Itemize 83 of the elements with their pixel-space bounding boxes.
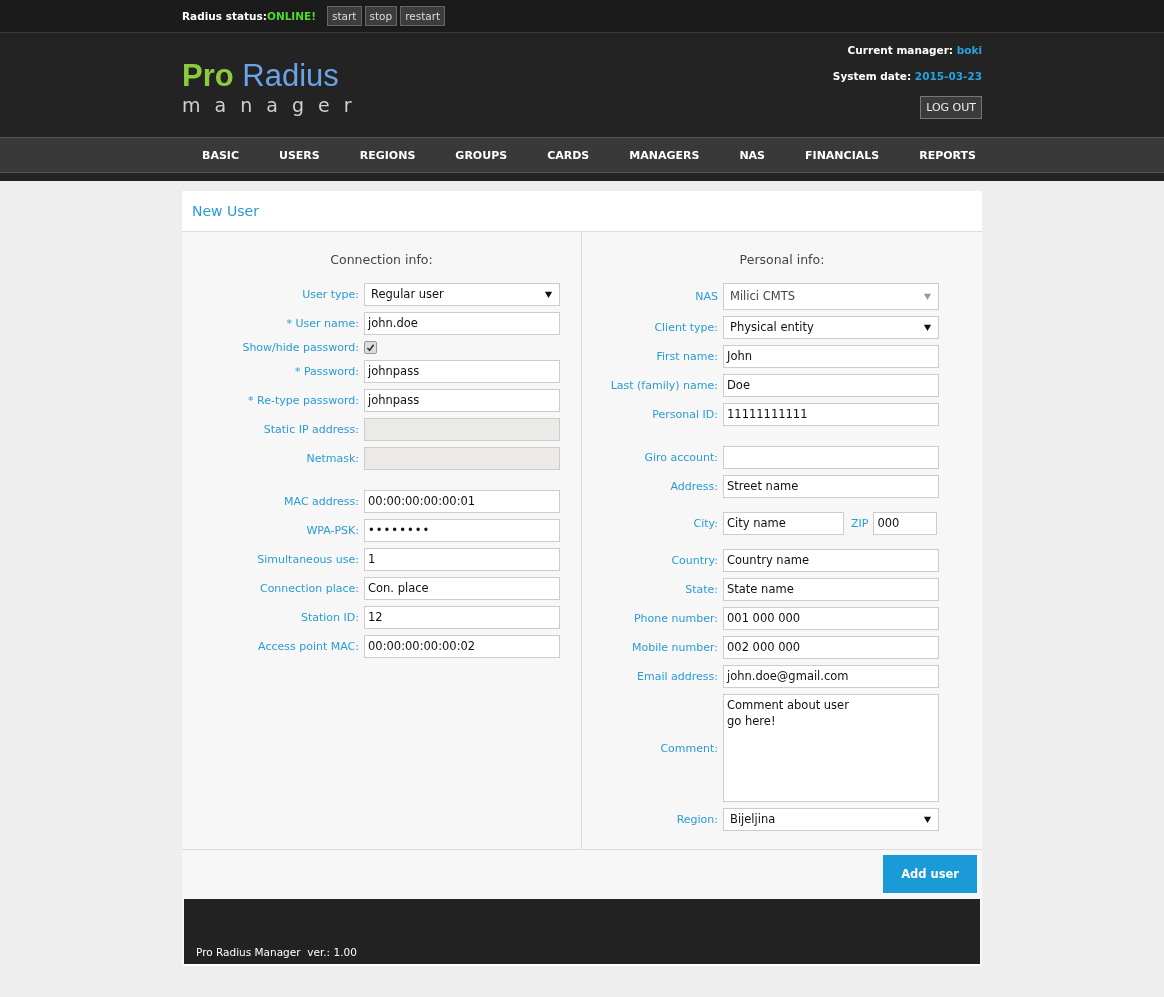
field-label: Static IP address: — [262, 423, 360, 436]
logout-button[interactable]: LOG OUT — [920, 96, 982, 119]
field-label: Simultaneous use: — [256, 553, 360, 566]
section-heading: Connection info: — [329, 252, 434, 267]
input-field[interactable]: 002 000 000 — [723, 636, 939, 659]
field-label: MAC address: — [283, 495, 360, 508]
nav-tab[interactable]: USERS — [259, 148, 340, 162]
input-field[interactable]: Street name — [723, 475, 939, 498]
caret-icon — [544, 290, 553, 299]
input-field[interactable]: John — [723, 345, 939, 368]
radius-status: Radius status:ONLINE! — [182, 10, 317, 22]
input-field[interactable]: Country name — [723, 549, 939, 572]
input-field[interactable]: johnpass — [364, 360, 560, 383]
comment-field[interactable]: Comment about user go here! — [723, 694, 939, 802]
input-field[interactable]: Doe — [723, 374, 939, 397]
input-field[interactable]: 1 — [364, 548, 560, 571]
input-field[interactable] — [364, 447, 560, 470]
nav-tab[interactable]: CARDS — [527, 148, 610, 162]
caret-icon — [923, 292, 932, 301]
field-label: Region: — [675, 813, 719, 826]
field-label: Show/hide password: — [241, 341, 360, 354]
section-heading: Personal info: — [738, 252, 826, 267]
input-field[interactable]: 00:00:00:00:00:02 — [364, 635, 560, 658]
input-field[interactable]: 001 000 000 — [723, 607, 939, 630]
field-label: Phone number: — [633, 612, 719, 625]
field-label: Address: — [669, 480, 719, 493]
input-field[interactable]: State name — [723, 578, 939, 601]
field-label: Giro account: — [643, 451, 719, 464]
field-label: Connection place: — [258, 582, 360, 595]
input-field[interactable]: Con. place — [364, 577, 560, 600]
field-label: Email address: — [636, 670, 719, 683]
input-field[interactable]: City name — [723, 512, 844, 535]
footer-text: Pro Radius Manager ver.: 1.00 — [196, 946, 357, 958]
radius-control-button[interactable]: stop — [364, 6, 398, 26]
nav-tab[interactable]: FINANCIALS — [785, 148, 900, 162]
field-label: Country: — [670, 554, 719, 567]
field-label: Last (family) name: — [609, 379, 719, 392]
nav-tab[interactable]: REGIONS — [339, 148, 436, 162]
field-label: State: — [684, 583, 719, 596]
field-label: Mobile number: — [630, 641, 719, 654]
field-label: Comment: — [659, 741, 719, 755]
caret-icon — [923, 815, 932, 824]
input-field[interactable]: john.doe@gmail.com — [723, 665, 939, 688]
field-label: City: — [692, 517, 719, 530]
field-label: NAS — [694, 290, 719, 303]
input-field[interactable] — [723, 446, 939, 469]
input-field[interactable]: 000 — [873, 512, 938, 535]
input-field[interactable] — [364, 418, 560, 441]
nav-tab[interactable]: REPORTS — [899, 148, 996, 162]
field-label: Station ID: — [299, 611, 360, 624]
dropdown[interactable]: Physical entity — [723, 316, 939, 339]
caret-icon — [923, 323, 932, 332]
checkbox[interactable] — [364, 341, 377, 354]
input-field[interactable]: •••••••• — [364, 519, 560, 542]
field-label: Netmask: — [305, 452, 360, 465]
dropdown[interactable]: Regular user — [364, 283, 560, 306]
input-field[interactable]: johnpass — [364, 389, 560, 412]
field-label: ZIP — [850, 517, 870, 530]
input-field[interactable]: 00:00:00:00:00:01 — [364, 490, 560, 513]
system-date: System date: 2015-03-23 — [832, 70, 982, 82]
dropdown[interactable]: Bijeljina — [723, 808, 939, 831]
logo: Pro Radius m a n a g e r — [182, 57, 356, 118]
field-label: User type: — [301, 288, 360, 301]
nav-tab[interactable]: GROUPS — [435, 148, 528, 162]
input-field[interactable]: john.doe — [364, 312, 560, 335]
nav-tab[interactable]: NAS — [719, 148, 786, 162]
field-label: * Re-type password: — [247, 394, 360, 407]
nav-tab[interactable]: MANAGERS — [609, 148, 720, 162]
radius-control-button[interactable]: start — [327, 6, 362, 26]
input-field[interactable]: 11111111111 — [723, 403, 939, 426]
input-field[interactable]: 12 — [364, 606, 560, 629]
field-label: * User name: — [285, 317, 360, 330]
field-label: Personal ID: — [651, 408, 719, 421]
panel-title: New User — [182, 191, 982, 232]
field-label: Access point MAC: — [257, 640, 360, 653]
field-label: WPA-PSK: — [305, 524, 360, 537]
dropdown[interactable]: Milici CMTS — [723, 283, 939, 310]
field-label: Client type: — [653, 321, 719, 334]
nav-tab[interactable]: BASIC — [182, 148, 259, 162]
field-label: First name: — [655, 350, 719, 363]
field-label: * Password: — [293, 365, 360, 378]
current-manager: Current manager: boki — [847, 44, 982, 56]
radius-control-button[interactable]: restart — [400, 6, 446, 26]
